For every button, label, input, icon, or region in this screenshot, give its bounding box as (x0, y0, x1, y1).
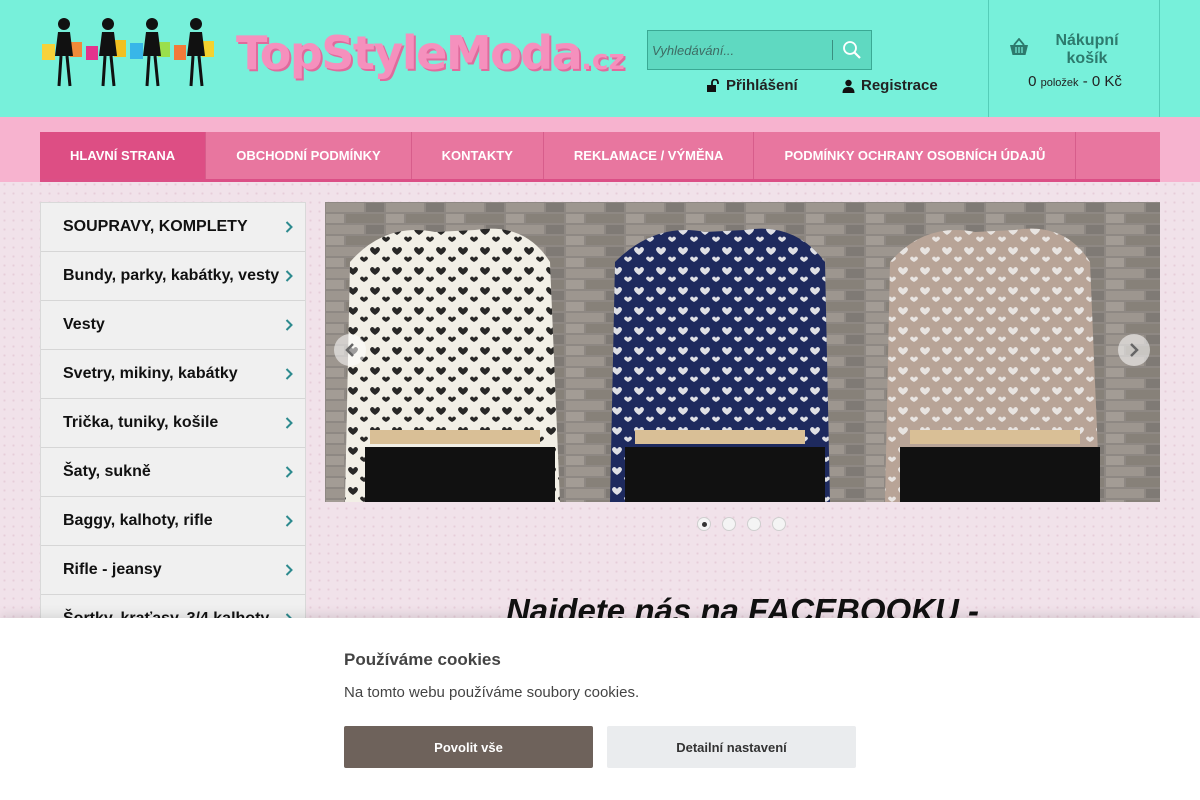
main-navigation: HLAVNÍ STRANA OBCHODNÍ PODMÍNKY KONTAKTY… (40, 132, 1160, 182)
search-button[interactable] (838, 37, 866, 63)
category-sidebar: SOUPRAVY, KOMPLETY Bundy, parky, kabátky… (40, 202, 306, 645)
cart-total: 0 Kč (1091, 73, 1122, 90)
category-item-tshirts[interactable]: Trička, tuniky, košile (41, 399, 305, 448)
category-label: Svetry, mikiny, kabátky (63, 365, 238, 382)
search-icon (843, 41, 861, 59)
nav-item-privacy[interactable]: PODMÍNKY OCHRANY OSOBNÍCH ÚDAJŮ (754, 132, 1077, 179)
slider-dot[interactable] (722, 517, 736, 531)
chevron-right-icon (285, 368, 293, 380)
logo-tld: .cz (581, 43, 625, 76)
slider-next-button[interactable] (1118, 334, 1150, 366)
cart-count-unit: položek (1040, 77, 1079, 89)
cookie-text: Na tomto webu používáme soubory cookies. (344, 684, 640, 701)
category-item-dresses[interactable]: Šaty, sukně (41, 448, 305, 497)
slider-dot[interactable] (697, 517, 711, 531)
slider-pagination (697, 517, 786, 531)
chevron-right-icon (285, 564, 293, 576)
chevron-right-icon (285, 221, 293, 233)
category-label: Rifle - jeansy (63, 561, 162, 578)
category-label: Bundy, parky, kabátky, vesty (63, 267, 280, 284)
nav-item-home[interactable]: HLAVNÍ STRANA (40, 132, 207, 179)
unlock-icon (707, 78, 719, 92)
basket-icon (1010, 38, 1028, 55)
chevron-right-icon (1130, 343, 1139, 357)
login-link[interactable]: Přihlášení (706, 77, 798, 94)
shopping-ladies-logo-icon (42, 18, 214, 87)
nav-item-contacts[interactable]: KONTAKTY (412, 132, 544, 179)
category-label: Vesty (63, 316, 105, 333)
user-icon (842, 79, 855, 93)
category-item-sweaters[interactable]: Svetry, mikiny, kabátky (41, 350, 305, 399)
category-label: Trička, tuniky, košile (63, 414, 219, 431)
chevron-right-icon (285, 417, 293, 429)
nav-item-terms[interactable]: OBCHODNÍ PODMÍNKY (206, 132, 412, 179)
cookie-settings-button[interactable]: Detailní nastavení (607, 726, 856, 768)
register-label: Registrace (861, 77, 938, 94)
chevron-right-icon (285, 466, 293, 478)
category-item-jackets[interactable]: Bundy, parky, kabátky, vesty (41, 252, 305, 301)
allow-all-cookies-button[interactable]: Povolit vše (344, 726, 593, 768)
slider-dot[interactable] (747, 517, 761, 531)
category-label: SOUPRAVY, KOMPLETY (63, 218, 248, 235)
cookie-title: Používáme cookies (344, 650, 501, 669)
hero-slider (325, 202, 1160, 502)
site-logo[interactable]: TopStyleModa.cz (40, 12, 625, 92)
category-label: Šaty, sukně (63, 463, 151, 480)
search-divider (832, 40, 833, 60)
category-item-jeans[interactable]: Rifle - jeansy (41, 546, 305, 595)
nav-filler (1076, 132, 1160, 179)
nav-item-returns[interactable]: REKLAMACE / VÝMĚNA (544, 132, 755, 179)
register-link[interactable]: Registrace (842, 77, 938, 94)
chevron-left-icon (345, 343, 354, 357)
category-item-baggy[interactable]: Baggy, kalhoty, rifle (41, 497, 305, 546)
category-item-sets[interactable]: SOUPRAVY, KOMPLETY (41, 203, 305, 252)
cart-title: Nákupní košík (1055, 32, 1119, 67)
search-box (647, 30, 872, 70)
chevron-right-icon (285, 319, 293, 331)
logo-wordmark: TopStyleModa.cz (236, 26, 625, 80)
search-input[interactable] (652, 39, 830, 61)
cart-summary: 0 položek - 0 Kč (989, 73, 1161, 90)
chevron-right-icon (285, 270, 293, 282)
shopping-cart[interactable]: Nákupní košík 0 položek - 0 Kč (988, 0, 1160, 117)
logo-name: TopStyleModa (236, 26, 583, 80)
slide-image-blouses (325, 202, 1160, 502)
slider-prev-button[interactable] (334, 334, 366, 366)
category-label: Baggy, kalhoty, rifle (63, 512, 213, 529)
cart-count: 0 (1028, 73, 1037, 90)
login-label: Přihlášení (726, 77, 798, 94)
chevron-right-icon (285, 515, 293, 527)
site-header: TopStyleModa.cz Přihlášení Registrace (0, 0, 1200, 117)
cookie-consent-bar: Používáme cookies Na tomto webu používám… (0, 618, 1200, 800)
cart-separator: - (1082, 73, 1088, 90)
slider-dot[interactable] (772, 517, 786, 531)
category-item-vests[interactable]: Vesty (41, 301, 305, 350)
